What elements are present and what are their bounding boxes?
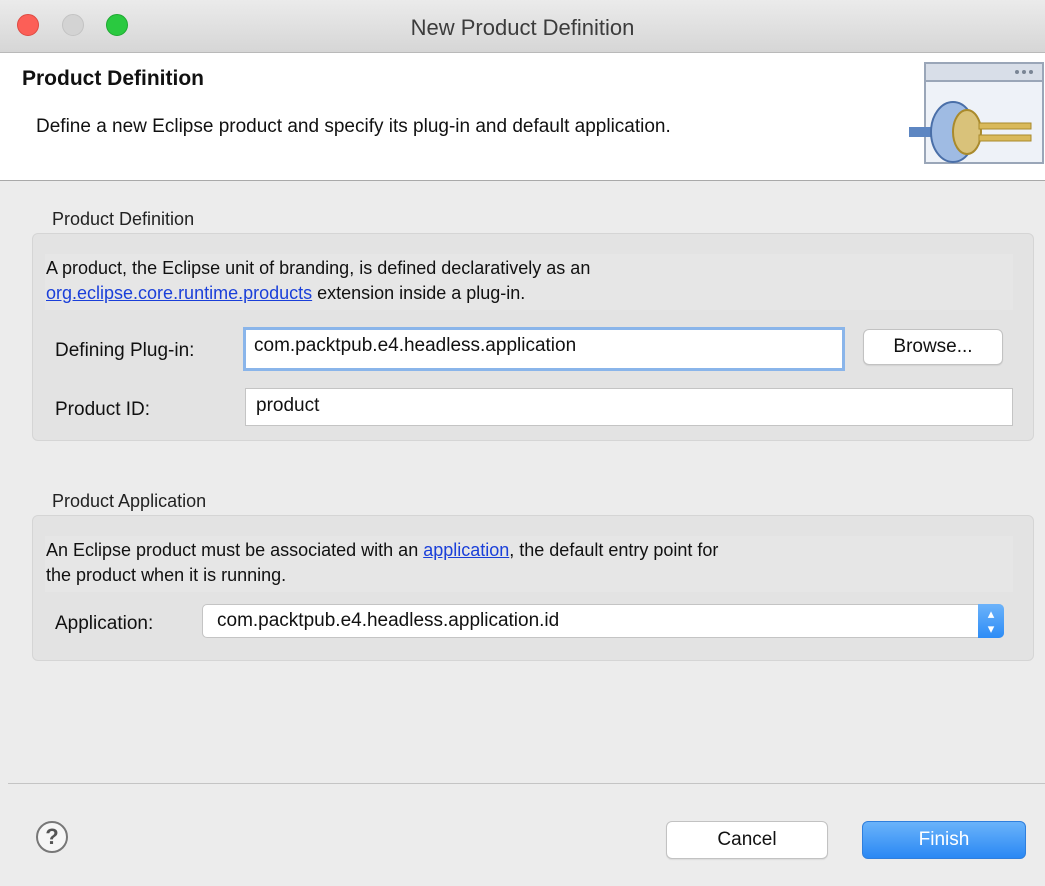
product-application-group: An Eclipse product must be associated wi…: [32, 515, 1034, 661]
product-application-desc-text: An Eclipse product must be associated wi…: [46, 540, 424, 560]
product-plugin-icon: [909, 62, 1044, 164]
application-label: Application:: [55, 613, 154, 634]
button-bar: ? Cancel Finish: [8, 783, 1045, 886]
products-extension-link[interactable]: org.eclipse.core.runtime.products: [46, 283, 312, 303]
banner-description: Define a new Eclipse product and specify…: [36, 116, 671, 137]
wizard-banner: Product Definition Define a new Eclipse …: [0, 53, 1045, 181]
help-icon[interactable]: ?: [36, 821, 68, 853]
banner-title: Product Definition: [22, 67, 204, 90]
product-application-group-label: Product Application: [52, 491, 207, 511]
browse-button[interactable]: Browse...: [863, 329, 1003, 365]
cancel-button[interactable]: Cancel: [666, 821, 828, 859]
window-title: New Product Definition: [410, 15, 635, 40]
product-application-desc-tail: , the default entry point for: [509, 540, 719, 560]
main-content: Product Definition A product, the Eclips…: [8, 181, 1045, 783]
product-definition-group-label: Product Definition: [52, 209, 195, 229]
product-application-description: An Eclipse product must be associated wi…: [45, 536, 1013, 592]
defining-plugin-field[interactable]: com.packtpub.e4.headless.application: [243, 327, 845, 371]
title-bar: New Product Definition: [0, 0, 1045, 53]
product-application-desc-line2: the product when it is running.: [46, 565, 287, 585]
product-definition-description: A product, the Eclipse unit of branding,…: [45, 254, 1013, 310]
product-id-label: Product ID:: [55, 399, 151, 420]
product-id-field[interactable]: product: [245, 388, 1013, 426]
select-arrows-icon: ▴ ▾: [978, 604, 1004, 638]
product-definition-desc-tail: extension inside a plug-in.: [312, 283, 526, 303]
product-definition-group: A product, the Eclipse unit of branding,…: [32, 233, 1034, 441]
application-select[interactable]: com.packtpub.e4.headless.application.id …: [202, 604, 1004, 638]
product-definition-desc-text: A product, the Eclipse unit of branding,…: [46, 258, 591, 278]
defining-plugin-label: Defining Plug-in:: [55, 340, 195, 361]
application-select-value: com.packtpub.e4.headless.application.id: [217, 610, 560, 631]
finish-button[interactable]: Finish: [862, 821, 1026, 859]
dialog-window: New Product Definition Product Definitio…: [0, 0, 1045, 886]
application-link[interactable]: application: [423, 540, 509, 560]
